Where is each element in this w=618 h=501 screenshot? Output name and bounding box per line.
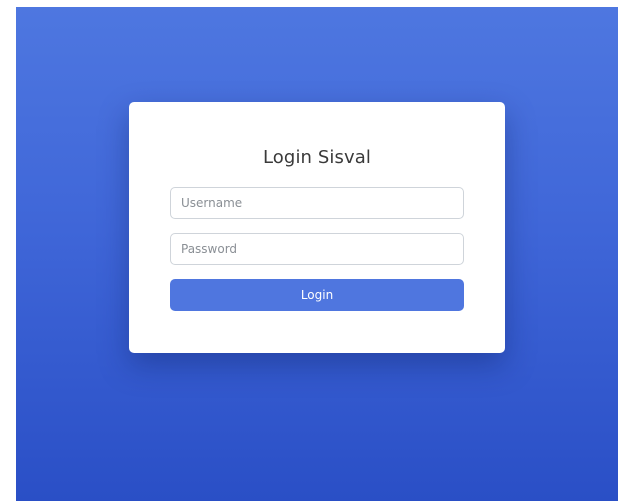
page-background: Login Sisval Login	[16, 7, 618, 501]
login-title: Login Sisval	[263, 147, 371, 168]
login-card: Login Sisval Login	[129, 102, 505, 353]
login-button[interactable]: Login	[170, 279, 464, 311]
username-input[interactable]	[170, 187, 464, 219]
password-input[interactable]	[170, 233, 464, 265]
